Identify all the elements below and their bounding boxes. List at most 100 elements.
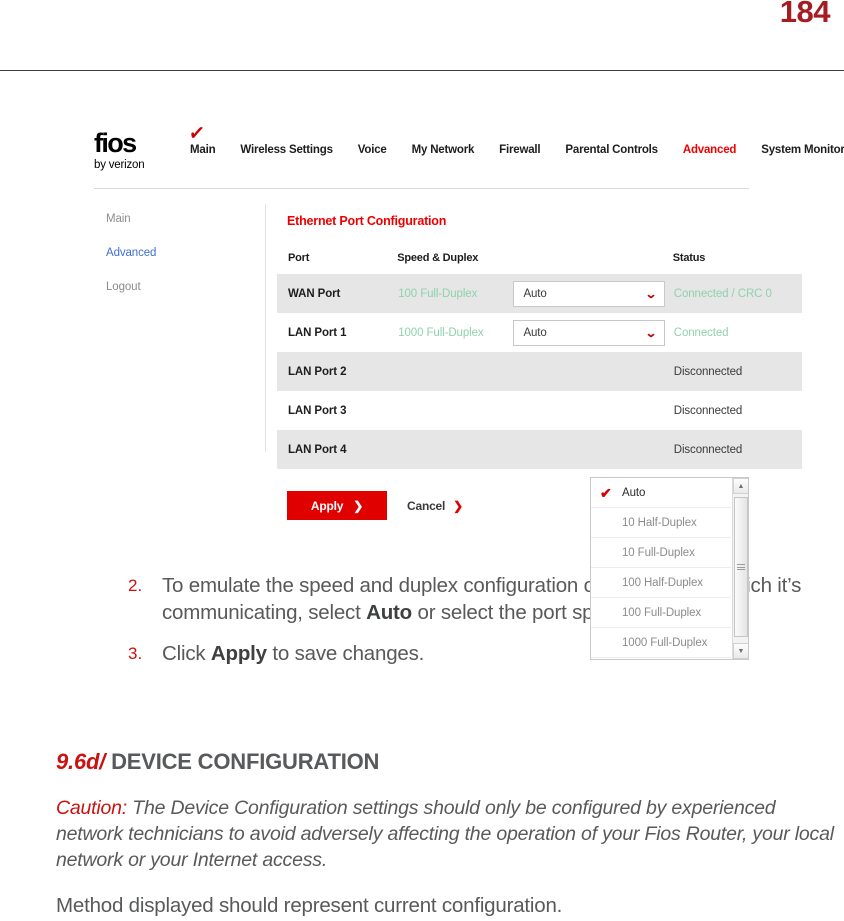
caution-body: The Device Configuration settings should… bbox=[56, 797, 834, 871]
fios-logo-wordmark: fios bbox=[94, 128, 137, 158]
dropdown-option-label: 10 Full-Duplex bbox=[622, 546, 695, 559]
port-select-cell-wan: Auto ⌄ bbox=[512, 274, 673, 313]
dropdown-option-label: 1000 Full-Duplex bbox=[622, 636, 708, 649]
section-title: DEVICE CONFIGURATION bbox=[111, 749, 380, 774]
panel-title: Ethernet Port Configuration bbox=[287, 214, 447, 228]
nav-item-main[interactable]: Main bbox=[190, 144, 216, 156]
column-header-port: Port bbox=[288, 252, 310, 264]
check-icon: ✔ bbox=[600, 485, 612, 501]
port-select-cell-lan2 bbox=[512, 352, 673, 391]
port-name-lan1: LAN Port 1 bbox=[277, 313, 398, 352]
port-speed-wan: 100 Full-Duplex bbox=[397, 274, 513, 313]
port-select-cell-lan1: Auto ⌄ bbox=[512, 313, 673, 352]
speed-duplex-select-value-wan: Auto bbox=[523, 287, 547, 300]
speed-duplex-select-lan1[interactable]: Auto ⌄ bbox=[513, 319, 666, 346]
fios-logo: fios ✓ by verizon bbox=[94, 121, 206, 171]
port-select-cell-lan4 bbox=[512, 430, 673, 469]
cancel-button-label: Cancel bbox=[407, 498, 446, 513]
table-row: LAN Port 3 Disconnected bbox=[277, 391, 802, 430]
dropdown-option-100-half-duplex[interactable]: 100 Half-Duplex bbox=[591, 568, 731, 598]
port-name-wan: WAN Port bbox=[277, 274, 398, 313]
table-row: WAN Port 100 Full-Duplex Auto ⌄ Connecte… bbox=[277, 274, 802, 313]
sidebar-item-main[interactable]: Main bbox=[96, 213, 265, 225]
column-header-select bbox=[512, 252, 672, 274]
scrollbar-thumb[interactable] bbox=[734, 497, 748, 637]
router-ui-screenshot: fios ✓ by verizon Main Wireless Settings … bbox=[78, 118, 844, 660]
caution-paragraph: Caution: The Device Configuration settin… bbox=[56, 795, 844, 873]
speed-duplex-dropdown-menu[interactable]: ✔ Auto 10 Half-Duplex 10 Full-Duplex 100… bbox=[590, 477, 749, 660]
nav-item-advanced[interactable]: Advanced bbox=[683, 144, 737, 156]
fios-logo-tagline: by verizon bbox=[94, 159, 145, 171]
table-header-row: Port Speed & Duplex Status bbox=[277, 252, 802, 274]
dropdown-option-10-half-duplex[interactable]: 10 Half-Duplex bbox=[591, 508, 731, 538]
port-select-cell-lan3 bbox=[512, 391, 673, 430]
scroll-up-arrow-icon[interactable]: ▲ bbox=[733, 478, 748, 494]
speed-duplex-select-value-lan1: Auto bbox=[523, 326, 547, 339]
port-speed-lan4 bbox=[397, 430, 513, 469]
table-row: LAN Port 1 1000 Full-Duplex Auto ⌄ Conne… bbox=[277, 313, 802, 352]
column-header-speed-duplex: Speed & Duplex bbox=[397, 252, 479, 264]
section-heading: 9.6d/ DEVICE CONFIGURATION bbox=[56, 749, 379, 775]
section-number: 9.6d/ bbox=[56, 749, 106, 774]
header-divider bbox=[0, 70, 844, 71]
nav-item-system-monitoring[interactable]: System Monitoring bbox=[761, 144, 844, 156]
page-number: 184 bbox=[779, 0, 831, 29]
column-header-status: Status bbox=[672, 252, 706, 264]
port-status-lan3: Disconnected bbox=[672, 391, 802, 430]
step-number: 3. bbox=[128, 644, 143, 663]
sidebar-item-advanced[interactable]: Advanced bbox=[96, 247, 265, 259]
nav-item-firewall[interactable]: Firewall bbox=[499, 144, 540, 156]
chevron-down-icon: ⌄ bbox=[645, 325, 658, 340]
router-top-nav: fios ✓ by verizon Main Wireless Settings … bbox=[78, 118, 844, 186]
chevron-right-icon: ❯ bbox=[453, 498, 464, 513]
dropdown-option-label: 100 Full-Duplex bbox=[622, 606, 702, 619]
chevron-right-icon: ❯ bbox=[353, 498, 364, 513]
port-name-lan3: LAN Port 3 bbox=[277, 391, 398, 430]
dropdown-option-10-full-duplex[interactable]: 10 Full-Duplex bbox=[591, 538, 731, 568]
port-status-lan1: Connected bbox=[672, 313, 802, 352]
dropdown-option-label: 10 Half-Duplex bbox=[622, 516, 697, 529]
ethernet-port-configuration-panel: Ethernet Port Configuration Port Speed &… bbox=[277, 204, 802, 520]
closing-paragraph: Method displayed should represent curren… bbox=[56, 894, 563, 917]
dropdown-scrollbar[interactable]: ▲ ▼ bbox=[732, 478, 748, 659]
apply-button-label: Apply bbox=[310, 498, 344, 513]
nav-divider bbox=[94, 188, 749, 189]
dropdown-option-label: Auto bbox=[622, 486, 646, 499]
dropdown-option-list: ✔ Auto 10 Half-Duplex 10 Full-Duplex 100… bbox=[591, 478, 731, 658]
step-number: 2. bbox=[128, 576, 143, 595]
nav-item-voice[interactable]: Voice bbox=[358, 144, 387, 156]
cancel-button[interactable]: Cancel ❯ bbox=[407, 499, 463, 513]
step-text-emphasis: Apply bbox=[210, 642, 267, 665]
port-speed-lan3 bbox=[397, 391, 513, 430]
chevron-down-icon: ⌄ bbox=[645, 286, 658, 301]
port-speed-lan2 bbox=[397, 352, 513, 391]
dropdown-option-100-full-duplex[interactable]: 100 Full-Duplex bbox=[591, 598, 731, 628]
port-name-lan2: LAN Port 2 bbox=[277, 352, 398, 391]
dropdown-option-label: 100 Half-Duplex bbox=[622, 576, 703, 589]
nav-item-my-network[interactable]: My Network bbox=[412, 144, 475, 156]
port-speed-lan1: 1000 Full-Duplex bbox=[397, 313, 513, 352]
dropdown-option-1000-full-duplex[interactable]: 1000 Full-Duplex bbox=[591, 628, 731, 658]
table-row: LAN Port 2 Disconnected bbox=[277, 352, 802, 391]
port-status-lan2: Disconnected bbox=[672, 352, 802, 391]
sidebar-item-logout[interactable]: Logout bbox=[96, 281, 265, 293]
step-text-post: to save changes. bbox=[266, 642, 425, 665]
router-sidebar: Main Advanced Logout bbox=[96, 204, 266, 452]
step-text-pre: Click bbox=[162, 642, 211, 665]
step-text: Click Apply to save changes. bbox=[162, 640, 424, 667]
speed-duplex-select-wan[interactable]: Auto ⌄ bbox=[513, 280, 666, 307]
scrollbar-grip-icon bbox=[737, 564, 745, 570]
nav-item-parental-controls[interactable]: Parental Controls bbox=[565, 144, 658, 156]
port-name-lan4: LAN Port 4 bbox=[277, 430, 398, 469]
ethernet-ports-table: Port Speed & Duplex Status WAN Port 100 … bbox=[277, 252, 802, 469]
dropdown-option-auto[interactable]: ✔ Auto bbox=[591, 478, 731, 508]
nav-item-wireless-settings[interactable]: Wireless Settings bbox=[240, 144, 333, 156]
port-status-wan: Connected / CRC 0 bbox=[672, 274, 802, 313]
caution-label: Caution: bbox=[56, 797, 128, 819]
step-text-emphasis: Auto bbox=[366, 601, 412, 624]
port-status-lan4: Disconnected bbox=[672, 430, 802, 469]
scroll-down-arrow-icon[interactable]: ▼ bbox=[733, 643, 748, 659]
apply-button[interactable]: Apply ❯ bbox=[287, 491, 387, 520]
nav-item-list: Main Wireless Settings Voice My Network … bbox=[190, 144, 844, 156]
table-row: LAN Port 4 Disconnected bbox=[277, 430, 802, 469]
